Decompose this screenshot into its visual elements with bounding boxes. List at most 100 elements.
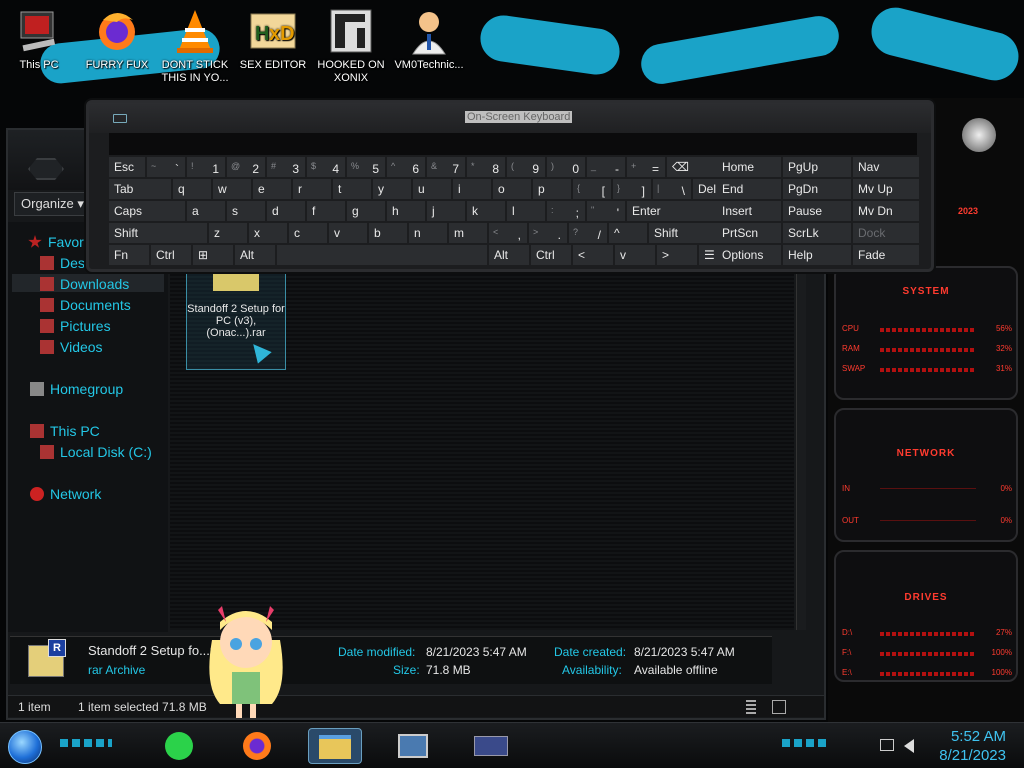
- key-c[interactable]: c: [289, 223, 327, 243]
- key-y[interactable]: y: [373, 179, 411, 199]
- key-d[interactable]: d: [267, 201, 305, 221]
- key-0[interactable]: ) 0: [547, 157, 585, 177]
- key-h[interactable]: h: [387, 201, 425, 221]
- desktop-icon-hxd[interactable]: HxD SEX EDITOR: [234, 6, 312, 72]
- start-button[interactable]: [8, 730, 42, 764]
- key-3[interactable]: #3: [267, 157, 305, 177]
- key-[[interactable]: {[: [573, 179, 611, 199]
- taskbar-firefox[interactable]: [230, 728, 284, 764]
- key-=[interactable]: + =: [627, 157, 665, 177]
- key-w[interactable]: w: [213, 179, 251, 199]
- key-alt[interactable]: Alt: [489, 245, 529, 265]
- osk-title-bar[interactable]: On-Screen Keyboard: [89, 103, 931, 133]
- network-tray-icon[interactable]: [880, 739, 894, 751]
- key-u[interactable]: u: [413, 179, 451, 199]
- taskbar-media-app[interactable]: [464, 728, 518, 764]
- key-7[interactable]: & 7: [427, 157, 465, 177]
- key--[interactable]: _ -: [587, 157, 625, 177]
- key-i[interactable]: i: [453, 179, 491, 199]
- key-dock[interactable]: Dock: [853, 223, 919, 243]
- desktop-icon-vm0technic[interactable]: VM0Technic...: [390, 6, 468, 72]
- nav-network[interactable]: Network: [30, 486, 101, 502]
- nav-desktop[interactable]: Desk: [40, 255, 92, 271]
- system-clock[interactable]: 5:52 AM 8/21/2023: [939, 727, 1006, 765]
- key-alt[interactable]: Alt: [235, 245, 275, 265]
- key-j[interactable]: j: [427, 201, 465, 221]
- scrollbar[interactable]: [796, 250, 806, 630]
- key-t[interactable]: t: [333, 179, 371, 199]
- key-prtscn[interactable]: PrtScn: [717, 223, 781, 243]
- key-m[interactable]: m: [449, 223, 487, 243]
- key-options[interactable]: Options: [717, 245, 781, 265]
- taskbar-network-app[interactable]: [386, 728, 440, 764]
- key-/[interactable]: ? /: [569, 223, 607, 243]
- key-l[interactable]: l: [507, 201, 545, 221]
- key-mv-up[interactable]: Mv Up: [853, 179, 919, 199]
- key-scrlk[interactable]: ScrLk: [783, 223, 851, 243]
- key-n[interactable]: n: [409, 223, 447, 243]
- large-icons-view-icon[interactable]: [772, 700, 786, 714]
- key-nav[interactable]: Nav: [853, 157, 919, 177]
- key-x[interactable]: x: [249, 223, 287, 243]
- key-p[interactable]: p: [533, 179, 571, 199]
- key-4[interactable]: $4: [307, 157, 345, 177]
- key-caps[interactable]: Caps: [109, 201, 185, 221]
- key->[interactable]: >: [657, 245, 697, 265]
- key-2[interactable]: @2: [227, 157, 265, 177]
- key-o[interactable]: o: [493, 179, 531, 199]
- nav-homegroup[interactable]: Homegroup: [30, 381, 123, 397]
- key-home[interactable]: Home: [717, 157, 781, 177]
- key-pgup[interactable]: PgUp: [783, 157, 851, 177]
- key-tab[interactable]: Tab: [109, 179, 171, 199]
- key-⊞[interactable]: ⊞: [193, 245, 233, 265]
- volume-tray-icon[interactable]: [904, 739, 914, 753]
- key-space[interactable]: [277, 245, 487, 265]
- taskbar-notes-app[interactable]: [152, 728, 206, 764]
- key-v[interactable]: v: [329, 223, 367, 243]
- key-insert[interactable]: Insert: [717, 201, 781, 221]
- key-help[interactable]: Help: [783, 245, 851, 265]
- desktop-icon-xonix[interactable]: HOOKED ON XONIX: [312, 6, 390, 85]
- key-8[interactable]: * 8: [467, 157, 505, 177]
- desktop-icon-furry-fux[interactable]: FURRY FUX: [78, 6, 156, 72]
- key-fn[interactable]: Fn: [109, 245, 149, 265]
- nav-pictures[interactable]: Pictures: [40, 318, 111, 334]
- key-\[interactable]: | \: [653, 179, 691, 199]
- key-e[interactable]: e: [253, 179, 291, 199]
- key-a[interactable]: a: [187, 201, 225, 221]
- key-<[interactable]: <: [573, 245, 613, 265]
- key-f[interactable]: f: [307, 201, 345, 221]
- key-v[interactable]: v: [615, 245, 655, 265]
- file-item-rar[interactable]: Standoff 2 Setup for PC (v3),(Onac...).r…: [186, 260, 286, 370]
- key-6[interactable]: ^ 6: [387, 157, 425, 177]
- key-.[interactable]: >.: [529, 223, 567, 243]
- desktop-icon-this-pc[interactable]: This PC: [0, 6, 78, 72]
- key-,[interactable]: <,: [489, 223, 527, 243]
- key-mv-dn[interactable]: Mv Dn: [853, 201, 919, 221]
- nav-videos[interactable]: Videos: [40, 339, 103, 355]
- key-r[interactable]: r: [293, 179, 331, 199]
- nav-favorites[interactable]: Favorit: [28, 234, 91, 250]
- key-'[interactable]: " ': [587, 201, 625, 221]
- nav-documents[interactable]: Documents: [40, 297, 131, 313]
- key-k[interactable]: k: [467, 201, 505, 221]
- key-z[interactable]: z: [209, 223, 247, 243]
- key-9[interactable]: (9: [507, 157, 545, 177]
- key-][interactable]: }]: [613, 179, 651, 199]
- key-1[interactable]: ! 1: [187, 157, 225, 177]
- key-b[interactable]: b: [369, 223, 407, 243]
- key-ctrl[interactable]: Ctrl: [531, 245, 571, 265]
- key-`[interactable]: ~ `: [147, 157, 185, 177]
- key-g[interactable]: g: [347, 201, 385, 221]
- details-view-icon[interactable]: [746, 700, 756, 714]
- key-esc[interactable]: Esc: [109, 157, 145, 177]
- key-end[interactable]: End: [717, 179, 781, 199]
- key-q[interactable]: q: [173, 179, 211, 199]
- key-pause[interactable]: Pause: [783, 201, 851, 221]
- key-;[interactable]: :;: [547, 201, 585, 221]
- key-enter[interactable]: Enter: [627, 201, 725, 221]
- nav-downloads[interactable]: Downloads: [40, 276, 129, 292]
- key-pgdn[interactable]: PgDn: [783, 179, 851, 199]
- organize-button[interactable]: Organize ▾: [14, 192, 94, 216]
- key-s[interactable]: s: [227, 201, 265, 221]
